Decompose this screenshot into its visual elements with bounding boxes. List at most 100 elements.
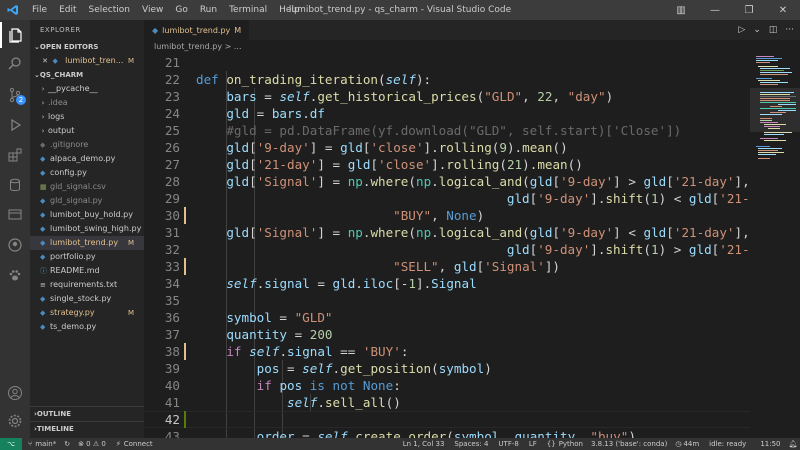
search-icon[interactable] xyxy=(0,50,30,76)
menu-file[interactable]: File xyxy=(26,5,53,15)
minimap-line xyxy=(760,72,792,73)
problems-count[interactable]: ⊗ 0 ⚠ 0 xyxy=(78,440,106,448)
code-line: 26 gld['9-day'] = gld['close'].rolling(9… xyxy=(144,139,750,156)
minimap[interactable] xyxy=(750,54,800,438)
file-name: config.py xyxy=(50,168,87,177)
minimap-line xyxy=(760,114,782,115)
account-icon[interactable] xyxy=(0,380,30,406)
menu-terminal[interactable]: Terminal xyxy=(223,5,273,15)
paw-icon[interactable] xyxy=(0,262,30,288)
connect-button[interactable]: Connect xyxy=(124,440,153,448)
code-text: bars = self.get_historical_prices("GLD",… xyxy=(226,89,614,104)
python-interpreter[interactable]: 3.8.13 ('base': conda) xyxy=(591,440,667,448)
notifications-bell-icon[interactable]: 🔔︎ xyxy=(789,440,798,448)
file-item[interactable]: ◆ portfolio.py xyxy=(30,250,144,264)
explorer-icon[interactable] xyxy=(0,22,30,48)
open-editors-header[interactable]: ⌄OPEN EDITORS xyxy=(30,40,144,54)
run-file-icon[interactable]: ▷ xyxy=(738,25,745,35)
menu-run[interactable]: Run xyxy=(194,5,223,15)
outline-header[interactable]: ›OUTLINE xyxy=(30,407,144,421)
code-line: 28 gld['Signal'] = np.where(np.logical_a… xyxy=(144,173,750,190)
menu-view[interactable]: View xyxy=(136,5,169,15)
close-icon[interactable]: ✕ xyxy=(40,54,50,68)
menu-selection[interactable]: Selection xyxy=(83,5,136,15)
workspace-label: QS_CHARM xyxy=(39,71,84,79)
time-spent[interactable]: 44m xyxy=(683,440,699,448)
file-item[interactable]: ▦ gld_signal.csv xyxy=(30,180,144,194)
more-actions-icon[interactable]: ··· xyxy=(785,25,794,35)
file-item[interactable]: ◆ lumibot_swing_high.py xyxy=(30,222,144,236)
github-icon[interactable] xyxy=(0,232,30,258)
database-icon[interactable] xyxy=(0,172,30,198)
code-text: gld['9-day'].shift(1) > gld['21-d xyxy=(506,242,750,257)
code-editor[interactable]: 21 22 def on_trading_iteration(self): 23 … xyxy=(144,54,750,438)
line-number: 24 xyxy=(164,106,180,121)
workspace-header[interactable]: ⌄QS_CHARM xyxy=(30,68,144,82)
menu-go[interactable]: Go xyxy=(169,5,193,15)
menu-help[interactable]: Help xyxy=(273,5,306,15)
timeline-label: TIMELINE xyxy=(36,425,74,433)
python-file-icon: ◆ xyxy=(40,155,46,163)
file-item[interactable]: ◆ lumibot_buy_hold.py xyxy=(30,208,144,222)
file-item[interactable]: ≡ requirements.txt xyxy=(30,278,144,292)
file-name: gld_signal.py xyxy=(50,196,103,205)
line-number: 29 xyxy=(164,191,180,206)
code-text: "BUY", None) xyxy=(393,208,485,223)
file-item[interactable]: ◆ single_stock.py xyxy=(30,292,144,306)
remote-explorer-icon[interactable] xyxy=(0,202,30,228)
file-name: gld_signal.csv xyxy=(50,182,106,191)
folder-item[interactable]: › __pycache__ xyxy=(30,82,144,96)
extensions-icon[interactable] xyxy=(0,142,30,168)
settings-gear-icon[interactable] xyxy=(0,408,30,434)
python-file-icon: ◆ xyxy=(40,225,46,233)
tab-lumibot-trend[interactable]: ◆ lumibot_trend.py M xyxy=(144,20,250,40)
file-item[interactable]: ◆ config.py xyxy=(30,166,144,180)
git-branch[interactable]: main* xyxy=(35,440,56,448)
minimap-line xyxy=(758,158,770,159)
open-editor-item[interactable]: ✕ ◆ lumibot_tren... M xyxy=(30,54,144,68)
end-of-line[interactable]: LF xyxy=(529,440,537,448)
file-item[interactable]: ◆ .gitignore xyxy=(30,138,144,152)
file-item-active[interactable]: ◆ lumibot_trend.py M xyxy=(30,236,144,250)
source-control-icon[interactable]: 2 xyxy=(0,82,30,108)
folder-item[interactable]: › .idea xyxy=(30,96,144,110)
file-encoding[interactable]: UTF-8 xyxy=(498,440,518,448)
language-mode[interactable]: Python xyxy=(559,440,583,448)
file-item[interactable]: ◆ ts_demo.py xyxy=(30,320,144,334)
minimap-line xyxy=(760,68,790,69)
timeline-header[interactable]: ›TIMELINE xyxy=(30,422,144,436)
menu-edit[interactable]: Edit xyxy=(53,5,82,15)
code-line: 32 gld['9-day'].shift(1) > gld['21-d xyxy=(144,241,750,258)
code-line: 41 self.sell_all() xyxy=(144,394,750,411)
close-window-icon[interactable]: ✕ xyxy=(766,0,800,20)
restore-icon[interactable]: ❐ xyxy=(732,0,766,20)
run-debug-icon[interactable] xyxy=(0,112,30,138)
line-number: 21 xyxy=(164,55,180,70)
split-editor-icon[interactable]: ◫ xyxy=(769,25,778,35)
minimap-line xyxy=(768,128,780,129)
remote-indicator-icon[interactable]: ⌥ xyxy=(0,438,22,450)
breadcrumb[interactable]: lumibot_trend.py > ... xyxy=(144,40,800,54)
minimize-icon[interactable]: — xyxy=(698,0,732,20)
file-item[interactable]: ◆ alpaca_demo.py xyxy=(30,152,144,166)
code-text: if self.signal == 'BUY': xyxy=(226,344,409,359)
line-number: 31 xyxy=(164,225,180,240)
code-line: 38 if self.signal == 'BUY': xyxy=(144,343,750,360)
file-item[interactable]: ⓘ README.md xyxy=(30,264,144,278)
file-item[interactable]: ◆ strategy.py M xyxy=(30,306,144,320)
cursor-position[interactable]: Ln 1, Col 33 xyxy=(403,440,445,448)
explorer-title: EXPLORER xyxy=(40,26,81,34)
folder-item[interactable]: › output xyxy=(30,124,144,138)
layout-toggle-icon[interactable]: ▥ xyxy=(664,0,698,20)
file-item[interactable]: ◆ gld_signal.py xyxy=(30,194,144,208)
idle-status[interactable]: idle: ready xyxy=(709,440,746,448)
folder-item[interactable]: › logs xyxy=(30,110,144,124)
indentation[interactable]: Spaces: 4 xyxy=(454,440,488,448)
line-number: 39 xyxy=(164,361,180,376)
minimap-line xyxy=(758,66,778,67)
code-text: gld['Signal'] = np.where(np.logical_and(… xyxy=(226,225,750,240)
chevron-down-icon[interactable]: ⌄ xyxy=(753,25,761,35)
python-file-icon: ◆ xyxy=(40,169,46,177)
minimap-line xyxy=(760,82,788,83)
sync-icon[interactable]: ↻ xyxy=(64,440,70,448)
